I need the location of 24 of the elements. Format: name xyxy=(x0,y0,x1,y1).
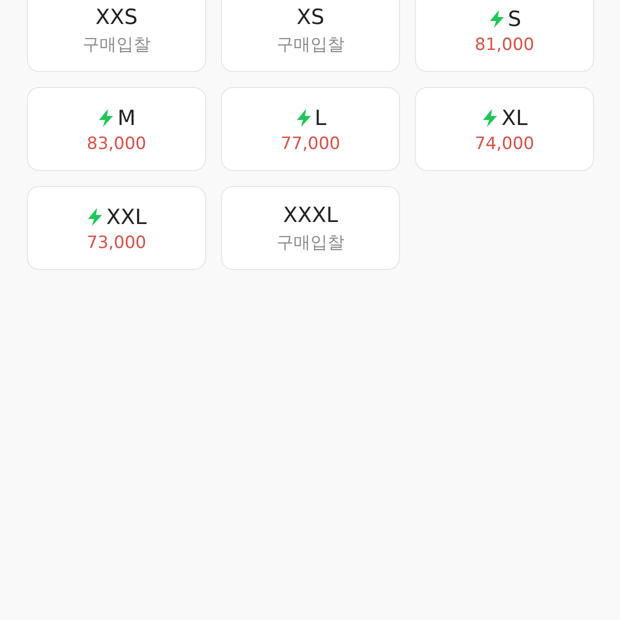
size-option[interactable]: S 81,000 xyxy=(415,0,594,72)
bid-label: 구매입찰 xyxy=(276,34,344,56)
size-label: M xyxy=(117,106,136,130)
size-label: S xyxy=(508,6,522,30)
size-option[interactable]: XXS 구매입찰 xyxy=(27,0,206,72)
size-option[interactable]: XXXL 구매입찰 xyxy=(221,186,400,270)
size-option[interactable]: XXL 73,000 xyxy=(27,186,206,270)
price-label: 73,000 xyxy=(86,232,146,252)
size-label: L xyxy=(314,106,326,130)
price-label: 83,000 xyxy=(86,134,146,154)
bid-label: 구매입찰 xyxy=(276,232,344,254)
price-label: 81,000 xyxy=(474,34,534,54)
size-option[interactable]: XL 74,000 xyxy=(415,87,594,171)
price-label: 74,000 xyxy=(474,134,534,154)
bid-label: 구매입찰 xyxy=(82,34,150,56)
size-label: XS xyxy=(296,5,324,29)
size-label: XL xyxy=(501,106,528,130)
size-label: XXXL xyxy=(283,203,338,227)
size-label: XXL xyxy=(106,204,147,228)
size-option[interactable]: XS 구매입찰 xyxy=(221,0,400,72)
price-label: 77,000 xyxy=(280,134,340,154)
size-option[interactable]: L 77,000 xyxy=(221,87,400,171)
size-label: XXS xyxy=(95,5,138,29)
size-option[interactable]: M 83,000 xyxy=(27,87,206,171)
